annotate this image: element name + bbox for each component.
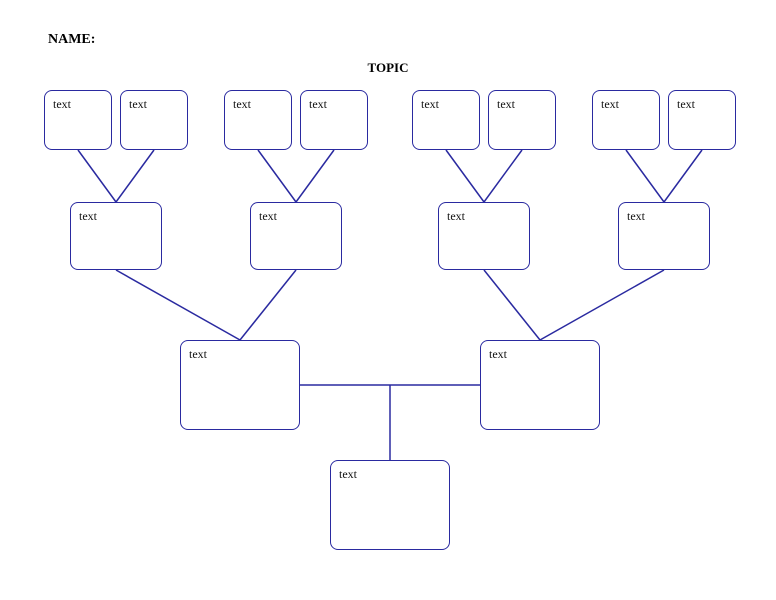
row1-box-5: text: [488, 90, 556, 150]
row4-box-0: text: [330, 460, 450, 550]
row1-box-2-label: text: [233, 97, 251, 111]
row2-box-2: text: [438, 202, 530, 270]
row2-box-1: text: [250, 202, 342, 270]
row3-box-1: text: [480, 340, 600, 430]
row1-box-4: text: [412, 90, 480, 150]
row1-box-0-label: text: [53, 97, 71, 111]
row3-box-0-label: text: [189, 347, 207, 361]
row1-box-6-label: text: [601, 97, 619, 111]
row1-box-2: text: [224, 90, 292, 150]
row4-box-0-label: text: [339, 467, 357, 481]
row1-box-1: text: [120, 90, 188, 150]
row2-box-2-label: text: [447, 209, 465, 223]
row2-box-0: text: [70, 202, 162, 270]
row1-box-5-label: text: [497, 97, 515, 111]
row2-box-3: text: [618, 202, 710, 270]
row2-box-1-label: text: [259, 209, 277, 223]
row1-box-3: text: [300, 90, 368, 150]
topic-label: TOPIC: [0, 60, 776, 76]
row2-box-3-label: text: [627, 209, 645, 223]
row1-box-4-label: text: [421, 97, 439, 111]
row1-box-7: text: [668, 90, 736, 150]
row1-box-1-label: text: [129, 97, 147, 111]
row3-box-0: text: [180, 340, 300, 430]
row1-box-3-label: text: [309, 97, 327, 111]
row1-box-0: text: [44, 90, 112, 150]
row2-box-0-label: text: [79, 209, 97, 223]
row3-box-1-label: text: [489, 347, 507, 361]
row1-box-6: text: [592, 90, 660, 150]
row1-box-7-label: text: [677, 97, 695, 111]
name-label: NAME:: [48, 32, 95, 48]
